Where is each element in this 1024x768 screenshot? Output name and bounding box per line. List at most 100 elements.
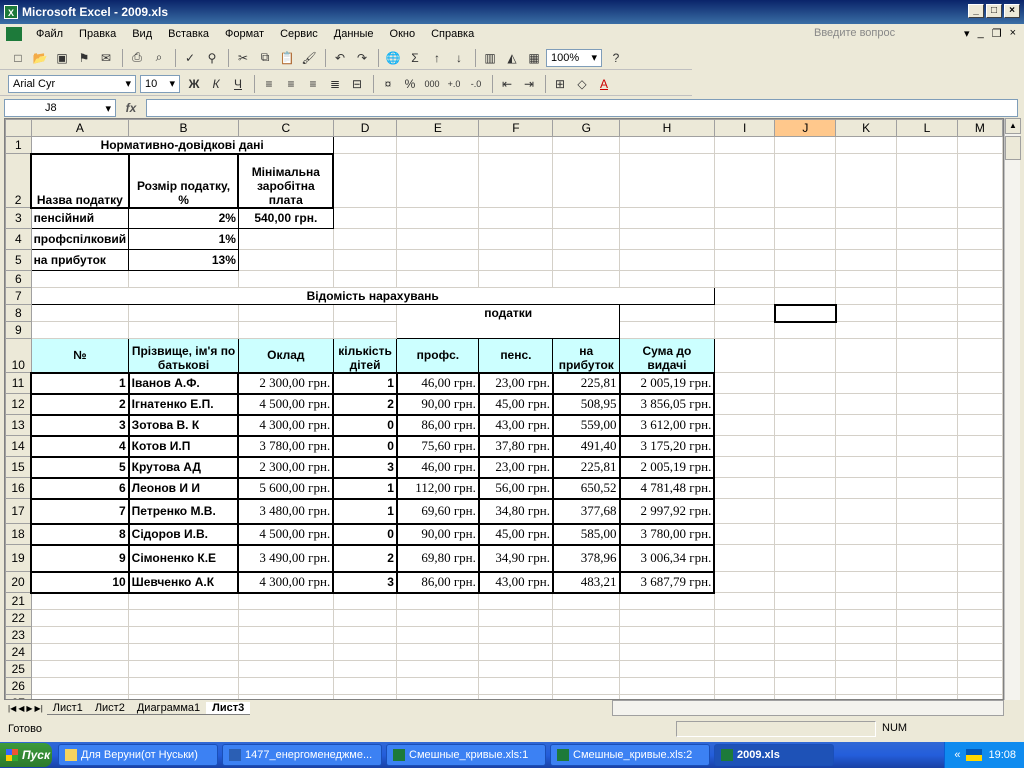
cell[interactable] <box>956 228 1003 250</box>
cell[interactable] <box>713 477 776 499</box>
row-number-cell[interactable]: 4 <box>30 434 130 458</box>
print-icon[interactable]: ⎙ <box>127 48 147 68</box>
row-header[interactable]: 26 <box>5 677 32 695</box>
union-tax-cell[interactable]: 46,00 грн. <box>395 371 480 395</box>
row-header[interactable]: 22 <box>5 609 32 627</box>
col-header-d[interactable]: D <box>332 119 398 137</box>
cell[interactable] <box>332 677 398 695</box>
cell[interactable] <box>619 207 715 229</box>
workbook-minimize-button[interactable]: _ <box>978 27 984 40</box>
cell[interactable] <box>332 228 398 250</box>
research-icon[interactable]: ⚲ <box>202 48 222 68</box>
cell[interactable] <box>30 304 130 322</box>
tab-sheet1[interactable]: Лист1 <box>46 702 89 715</box>
cell[interactable] <box>774 626 837 644</box>
salary-cell[interactable]: 3 780,00 грн. <box>237 434 335 458</box>
cell[interactable] <box>896 544 958 572</box>
cell[interactable] <box>128 660 239 678</box>
cell[interactable] <box>552 153 621 208</box>
net-pay-cell[interactable]: 3 175,20 грн. <box>618 434 716 458</box>
cell[interactable] <box>956 435 1003 457</box>
cell[interactable] <box>835 477 898 499</box>
chart-wizard-icon[interactable]: ▥ <box>480 48 500 68</box>
format-painter-icon[interactable]: 🖌 <box>299 48 319 68</box>
name-box[interactable]: J8 ▾ <box>4 99 116 117</box>
cell[interactable] <box>774 287 837 305</box>
tax-rate-cell[interactable]: 13% <box>128 249 239 271</box>
min-wage-cell[interactable]: 540,00 грн. <box>237 207 334 229</box>
autosum-icon[interactable]: Σ <box>405 48 425 68</box>
net-pay-cell[interactable]: 3 687,79 грн. <box>618 570 716 594</box>
cell[interactable] <box>774 544 837 572</box>
cell[interactable] <box>552 136 621 154</box>
employee-name-cell[interactable]: Шевченко А.К <box>127 570 240 594</box>
cell[interactable] <box>896 207 958 229</box>
union-tax-cell[interactable]: 86,00 грн. <box>395 413 480 437</box>
net-pay-cell[interactable]: 3 856,05 грн. <box>618 392 716 416</box>
cell[interactable] <box>956 677 1003 695</box>
row-number-cell[interactable]: 3 <box>30 413 130 437</box>
kids-count-cell[interactable]: 2 <box>332 392 398 416</box>
cell[interactable] <box>30 609 130 627</box>
cell[interactable] <box>835 660 898 678</box>
union-tax-cell[interactable]: 90,00 грн. <box>395 392 480 416</box>
cell[interactable] <box>896 571 958 593</box>
cell[interactable] <box>237 321 334 339</box>
cell[interactable] <box>835 372 898 394</box>
pension-tax-cell[interactable]: 43,00 грн. <box>477 413 554 437</box>
cell[interactable] <box>128 592 239 610</box>
cell[interactable] <box>478 677 554 695</box>
cell[interactable] <box>956 393 1003 415</box>
cell[interactable] <box>896 153 958 208</box>
scroll-up-icon[interactable]: ▲ <box>1005 118 1021 134</box>
cell[interactable] <box>835 414 898 436</box>
cell[interactable] <box>713 609 776 627</box>
income-tax-cell[interactable]: 377,68 <box>551 497 621 525</box>
cell[interactable] <box>478 609 554 627</box>
cell[interactable] <box>478 249 554 271</box>
salary-cell[interactable]: 5 600,00 грн. <box>237 476 335 500</box>
taskbar-item-folder[interactable]: Для Веруни(от Нуськи) <box>58 744 218 766</box>
col-total-header[interactable]: Сума до видачі <box>619 338 715 373</box>
employee-name-cell[interactable]: Іванов А.Ф. <box>127 371 240 395</box>
pension-tax-cell[interactable]: 45,00 грн. <box>477 522 554 546</box>
pension-tax-cell[interactable]: 45,00 грн. <box>477 392 554 416</box>
cell[interactable] <box>332 304 398 322</box>
cell[interactable] <box>713 414 776 436</box>
row-number-cell[interactable]: 9 <box>30 543 130 573</box>
cell[interactable] <box>396 321 479 339</box>
cell[interactable] <box>956 660 1003 678</box>
cell[interactable] <box>896 321 958 339</box>
cell[interactable] <box>713 677 776 695</box>
net-pay-cell[interactable]: 2 005,19 грн. <box>618 455 716 479</box>
cell[interactable] <box>774 592 837 610</box>
cell[interactable] <box>237 270 334 288</box>
employee-name-cell[interactable]: Сідоров И.В. <box>127 522 240 546</box>
cell[interactable] <box>835 249 898 271</box>
paste-icon[interactable]: 📋 <box>277 48 297 68</box>
row-header[interactable]: 1 <box>5 136 32 154</box>
pension-tax-cell[interactable]: 34,80 грн. <box>477 497 554 525</box>
last-sheet-icon[interactable]: ▶| <box>35 704 43 713</box>
workbook-close-button[interactable]: × <box>1010 27 1016 40</box>
print-preview-icon[interactable]: ⌕ <box>149 48 169 68</box>
menu-edit[interactable]: Правка <box>71 28 124 40</box>
cell[interactable] <box>30 643 130 661</box>
close-button[interactable]: × <box>1004 4 1020 18</box>
net-pay-cell[interactable]: 3 612,00 грн. <box>618 413 716 437</box>
redo-icon[interactable]: ↷ <box>352 48 372 68</box>
cell[interactable] <box>30 270 130 288</box>
cell[interactable] <box>956 136 1003 154</box>
col-income-header[interactable]: на прибуток <box>552 338 621 373</box>
cell[interactable] <box>835 287 898 305</box>
workbook-icon[interactable] <box>6 27 22 41</box>
cell[interactable] <box>619 609 715 627</box>
cell[interactable] <box>956 477 1003 499</box>
cell[interactable] <box>835 207 898 229</box>
col-name-header[interactable]: Прізвище, ім'я по батькові <box>128 338 239 373</box>
cell[interactable] <box>332 136 398 154</box>
cell[interactable] <box>896 609 958 627</box>
increase-indent-icon[interactable]: ⇥ <box>519 74 539 94</box>
cell[interactable] <box>30 626 130 644</box>
tax-name-cell[interactable]: профспілковий <box>30 228 130 250</box>
